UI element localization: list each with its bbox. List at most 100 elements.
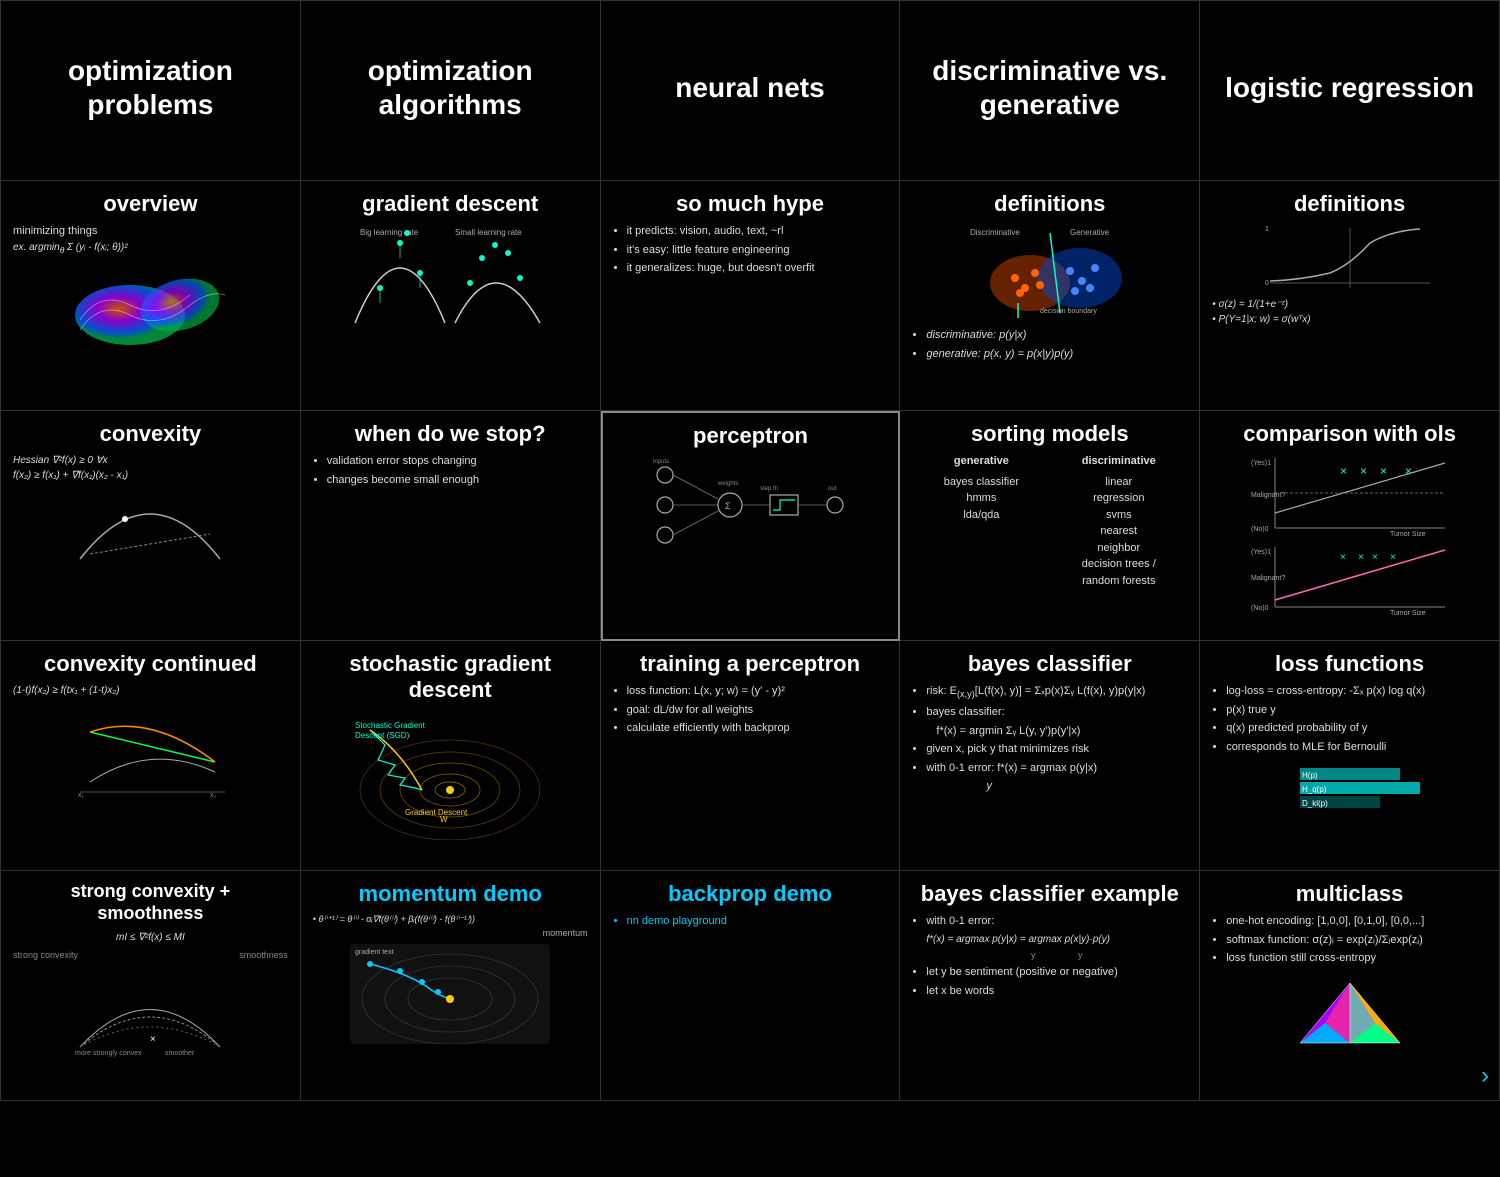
discriminative-col: discriminative linear regression svms ne…: [1082, 453, 1156, 589]
cell-definitions-disc: definitions Discriminative Generative: [900, 181, 1200, 411]
cell-body-convexity-cont: (1-t)f(x₂) ≥ f(tx₁ + (1-t)x₂) x₁ x₂: [13, 683, 288, 802]
svg-text:weights: weights: [717, 481, 738, 487]
svg-text:out: out: [828, 486, 837, 492]
cell-title-bayes-classifier: bayes classifier: [912, 651, 1187, 677]
svg-text:step fn: step fn: [760, 486, 778, 492]
multiclass-visual: [1290, 973, 1410, 1053]
cell-convexity: convexity Hessian ∇²f(x) ≥ 0 ∀x f(x₂) ≥ …: [1, 411, 301, 641]
svg-text:Big learning rate: Big learning rate: [360, 228, 419, 237]
cell-title-definitions-logistic: definitions: [1212, 191, 1487, 217]
svg-text:×: ×: [1340, 552, 1346, 563]
cell-title-gradient-descent: gradient descent: [313, 191, 588, 217]
main-grid: optimizationproblems optimization algori…: [0, 0, 1500, 1101]
cell-body-convexity: Hessian ∇²f(x) ≥ 0 ∀x f(x₂) ≥ f(x₁) + ∇f…: [13, 453, 288, 569]
sigmoid-chart: 1 0: [1260, 223, 1440, 293]
svg-text:Discriminative: Discriminative: [970, 228, 1020, 237]
cell-multiclass: multiclass one-hot encoding: [1,0,0], [0…: [1200, 871, 1500, 1101]
topic-opt-algorithms[interactable]: optimization algorithms: [301, 1, 601, 181]
cell-sorting-models: sorting models generative bayes classifi…: [900, 411, 1200, 641]
cell-sgd: stochastic gradient descent: [301, 641, 601, 871]
svg-text:more strongly convex: more strongly convex: [75, 1050, 142, 1057]
cell-body-strong-convexity: mI ≤ ∇²f(x) ≤ MI strong convexitysmoothn…: [13, 930, 288, 1057]
cell-when-stop: when do we stop? validation error stops …: [301, 411, 601, 641]
svg-text:Gradient Descent: Gradient Descent: [405, 808, 468, 817]
cell-gradient-descent: gradient descent Big learning rate Small…: [301, 181, 601, 411]
cell-bayes-example: bayes classifier example with 0-1 error:…: [900, 871, 1200, 1101]
svg-text:W: W: [440, 815, 448, 824]
svg-text:Generative: Generative: [1070, 228, 1110, 237]
svg-text:Small learning rate: Small learning rate: [455, 228, 522, 237]
svg-text:×: ×: [150, 1034, 156, 1045]
cell-convexity-cont: convexity continued (1-t)f(x₂) ≥ f(tx₁ +…: [1, 641, 301, 871]
cell-title-comparison-ols: comparison with ols: [1212, 421, 1487, 447]
cell-body-definitions-logistic: 1 0 • σ(z) = 1/(1+e⁻ᶻ) • P(Y=1|x; w) = σ…: [1212, 223, 1487, 327]
topic-opt-problems[interactable]: optimizationproblems: [1, 1, 301, 181]
cell-title-sgd: stochastic gradient descent: [313, 651, 588, 704]
cell-definitions-logistic: definitions 1 0 • σ(z) = 1/(1+e⁻ᶻ) • P(Y…: [1200, 181, 1500, 411]
topic-title-logistic-reg: logistic regression: [1225, 71, 1474, 105]
svg-text:0: 0: [1265, 280, 1269, 287]
cell-strong-convexity: strong convexity +smoothness mI ≤ ∇²f(x)…: [1, 871, 301, 1101]
cell-body-overview: minimizing things ex. argminθ Σ (yᵢ - f(…: [13, 223, 288, 350]
cell-body-backprop-demo: nn demo playground: [613, 913, 888, 930]
topic-title-opt-algorithms: optimization algorithms: [321, 54, 580, 121]
cell-title-multiclass: multiclass: [1212, 881, 1487, 907]
cell-so-much-hype: so much hype it predicts: vision, audio,…: [601, 181, 901, 411]
nn-demo-link[interactable]: nn demo playground: [627, 913, 888, 930]
svg-text:Tumor Size: Tumor Size: [1390, 610, 1426, 617]
topic-logistic-reg[interactable]: logistic regression: [1200, 1, 1500, 181]
cell-title-sorting-models: sorting models: [912, 421, 1187, 447]
svg-text:(No)0: (No)0: [1251, 526, 1269, 533]
svg-text:×: ×: [1360, 464, 1367, 478]
topic-neural-nets[interactable]: neural nets: [601, 1, 901, 181]
cell-title-perceptron: perceptron: [615, 423, 887, 449]
ols-scatter-1: (Yes)1 (No)0 Malignant? Tumor Size × × ×…: [1250, 453, 1450, 538]
cell-title-so-much-hype: so much hype: [613, 191, 888, 217]
cell-body-sorting-models: generative bayes classifier hmms lda/qda…: [912, 453, 1187, 589]
svg-text:H(p): H(p): [1302, 771, 1318, 780]
cell-title-training-perceptron: training a perceptron: [613, 651, 888, 677]
strong-convexity-graph: more strongly convex smoother ×: [70, 967, 230, 1057]
gradient-descent-graph: Big learning rate Small learning rate: [350, 223, 550, 333]
svg-text:×: ×: [1405, 464, 1412, 478]
cell-body-gradient-descent: Big learning rate Small learning rate: [313, 223, 588, 333]
cell-body-bayes-classifier: risk: E(x,y)[L(f(x), y)] = Σₓp(x)Σᵧ L(f(…: [912, 683, 1187, 794]
topic-title-opt-problems: optimizationproblems: [68, 54, 233, 121]
svg-text:1: 1: [1265, 226, 1269, 233]
svg-text:(No)0: (No)0: [1251, 605, 1269, 612]
topic-disc-gen[interactable]: discriminative vs.generative: [900, 1, 1200, 181]
overview-graph: [70, 260, 230, 350]
generative-col: generative bayes classifier hmms lda/qda: [944, 453, 1019, 589]
cell-body-definitions-disc: Discriminative Generative: [912, 223, 1187, 362]
cell-title-loss-functions: loss functions: [1212, 651, 1487, 677]
topic-title-disc-gen: discriminative vs.generative: [932, 54, 1167, 121]
cell-momentum-demo[interactable]: momentum demo • θ⁽ⁱ⁺¹⁾ = θ⁽ⁱ⁾ - αᵢ∇f(θ⁽ⁱ…: [301, 871, 601, 1101]
cell-body-comparison-ols: (Yes)1 (No)0 Malignant? Tumor Size × × ×…: [1212, 453, 1487, 617]
cell-body-sgd: Stochastic Gradient Descent (SGD) Gradie…: [313, 710, 588, 840]
convexity-cont-graph: x₁ x₂: [70, 702, 230, 802]
svg-text:(Yes)1: (Yes)1: [1251, 549, 1271, 556]
convexity-graph: [70, 489, 230, 569]
next-arrow[interactable]: ›: [1481, 1062, 1489, 1090]
cell-body-multiclass: one-hot encoding: [1,0,0], [0,1,0], [0,0…: [1212, 913, 1487, 1053]
svg-text:inputs: inputs: [653, 459, 669, 465]
cell-backprop-demo[interactable]: backprop demo nn demo playground: [601, 871, 901, 1101]
ols-scatter-2: (Yes)1 (No)0 Malignant? Tumor Size × × ×…: [1250, 542, 1450, 617]
svg-text:smoother: smoother: [165, 1050, 195, 1057]
svg-text:x₂: x₂: [210, 792, 217, 799]
svg-text:Tumor Size: Tumor Size: [1390, 531, 1426, 538]
cell-title-convexity-cont: convexity continued: [13, 651, 288, 677]
momentum-graph: gradient text: [350, 944, 550, 1044]
cell-overview: overview minimizing things ex. argminθ Σ…: [1, 181, 301, 411]
svg-text:(Yes)1: (Yes)1: [1251, 460, 1271, 467]
cell-title-backprop-demo: backprop demo: [613, 881, 888, 907]
svg-text:×: ×: [1390, 552, 1396, 563]
cell-title-overview: overview: [13, 191, 288, 217]
svg-text:H_q(p): H_q(p): [1302, 785, 1327, 794]
cell-loss-functions: loss functions log-loss = cross-entropy:…: [1200, 641, 1500, 871]
loss-chart: H(p) H_q(p) D_kl(p): [1280, 763, 1420, 813]
cell-title-strong-convexity: strong convexity +smoothness: [13, 881, 288, 924]
sgd-graph: Stochastic Gradient Descent (SGD) Gradie…: [350, 710, 550, 840]
svg-text:×: ×: [1372, 552, 1378, 563]
disc-gen-scatter: Discriminative Generative: [950, 223, 1150, 323]
